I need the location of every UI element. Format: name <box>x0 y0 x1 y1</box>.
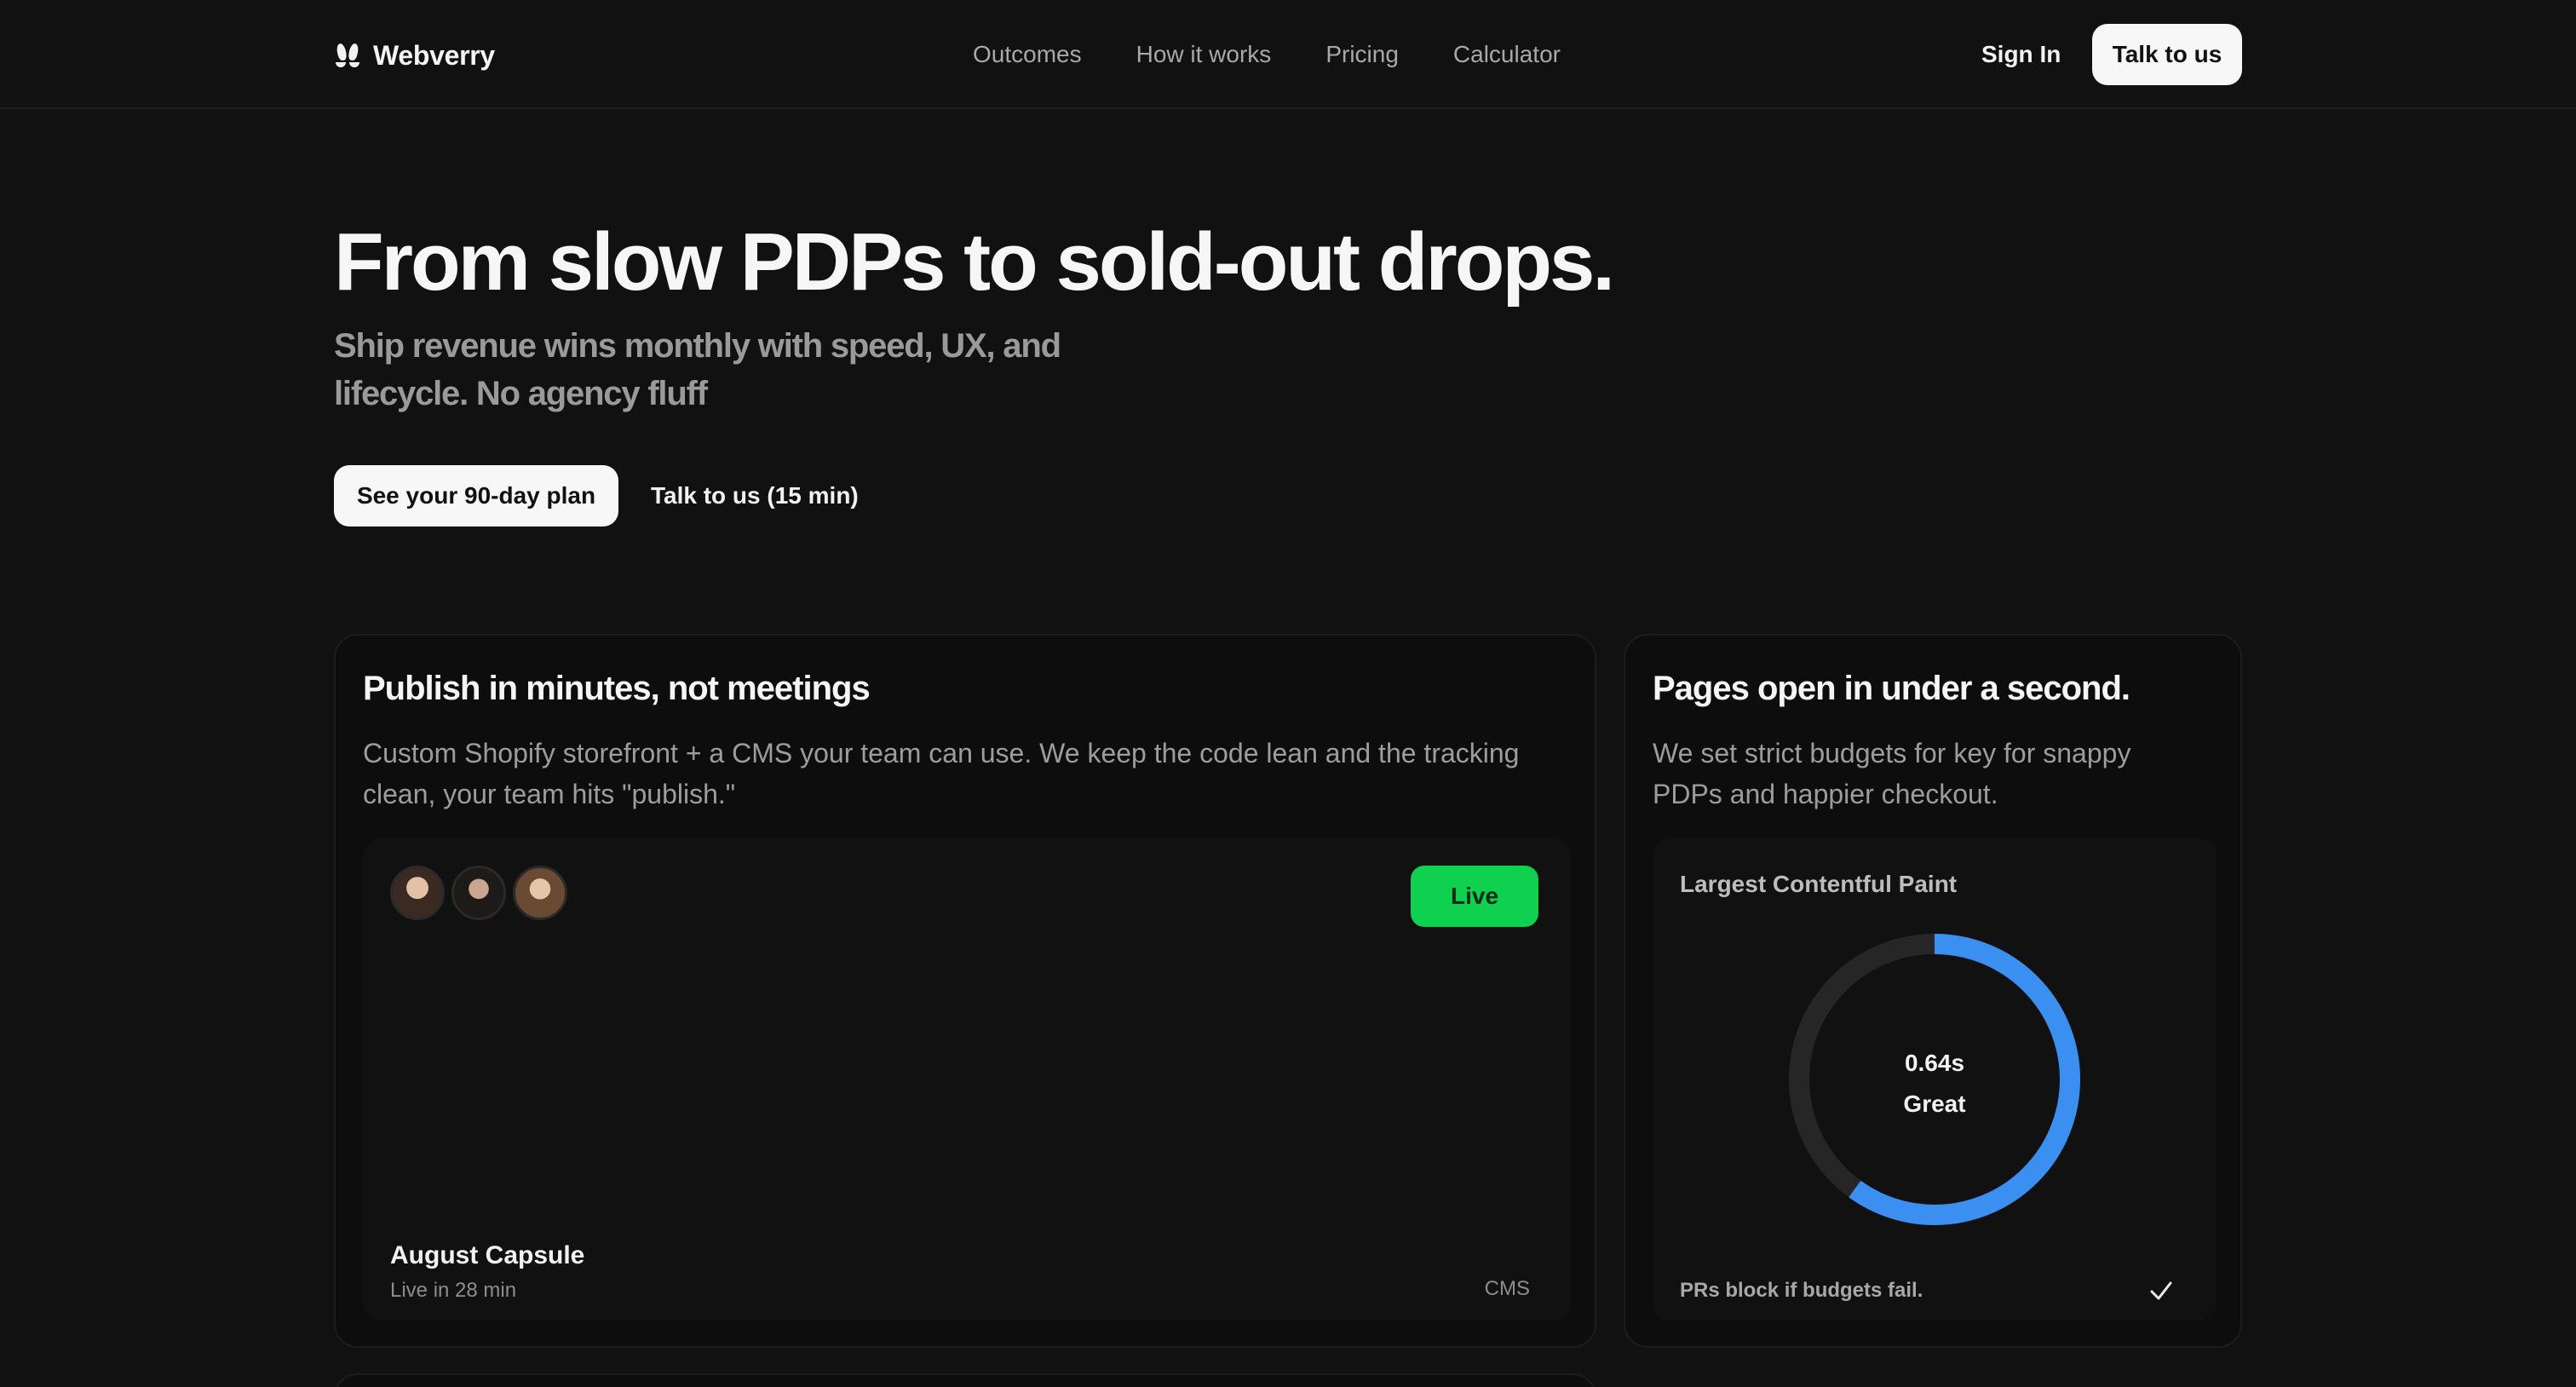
publish-card-title: Publish in minutes, not meetings <box>363 670 871 707</box>
nav-links: Outcomes How it works Pricing Calculator <box>973 37 1561 72</box>
content-item-title: August Capsule <box>390 1241 585 1269</box>
brand-logo[interactable]: Webverry <box>334 34 495 77</box>
lcp-rating: Great <box>1903 1091 1966 1117</box>
metric-label: Largest Contentful Paint <box>1680 871 1958 897</box>
brand-name: Webverry <box>373 39 495 71</box>
lcp-value: 0.64s <box>1904 1050 1965 1076</box>
live-status-button[interactable]: Live <box>1411 866 1538 927</box>
talk-15-min-button[interactable]: Talk to us (15 min) <box>651 465 859 527</box>
publish-card: Publish in minutes, not meetings Custom … <box>334 634 1596 1348</box>
see-plan-button[interactable]: See your 90-day plan <box>334 465 618 527</box>
page: Webverry Outcomes How it works Pricing C… <box>0 0 2576 1387</box>
publish-card-description: Custom Shopify storefront + a CMS your t… <box>363 738 1520 809</box>
nav-link-calculator[interactable]: Calculator <box>1453 37 1561 72</box>
webverry-logo-icon <box>334 42 361 69</box>
talk-to-us-button[interactable]: Talk to us <box>2092 24 2242 85</box>
lcp-panel: Largest Contentful Paint 0.64s Great PRs… <box>1653 838 2217 1321</box>
cms-tag: CMS <box>1484 1277 1530 1300</box>
nav-link-pricing[interactable]: Pricing <box>1325 37 1399 72</box>
speed-card: Pages open in under a second. We set str… <box>1624 634 2242 1348</box>
avatar <box>390 866 445 920</box>
top-navigation: Webverry Outcomes How it works Pricing C… <box>0 0 2576 109</box>
hero-title: From slow PDPs to sold-out drops. <box>334 216 1615 308</box>
next-card <box>334 1373 1596 1387</box>
sign-in-link[interactable]: Sign In <box>1981 37 2061 72</box>
nav-link-how-it-works[interactable]: How it works <box>1136 37 1272 72</box>
content-item-meta: Live in 28 min <box>390 1279 517 1302</box>
check-icon <box>2150 1281 2172 1300</box>
avatar <box>513 866 567 920</box>
cms-preview: Live August Capsule Live in 28 min CMS <box>363 838 1571 1321</box>
speed-card-description: We set strict budgets for key for snappy… <box>1653 738 2131 809</box>
hero-subtitle: Ship revenue wins monthly with speed, UX… <box>334 327 1061 412</box>
nav-link-outcomes[interactable]: Outcomes <box>973 37 1082 72</box>
budget-note: PRs block if budgets fail. <box>1680 1279 1923 1302</box>
avatar <box>451 866 506 920</box>
speed-card-title: Pages open in under a second. <box>1653 670 2130 707</box>
collaborator-avatars <box>390 866 567 920</box>
